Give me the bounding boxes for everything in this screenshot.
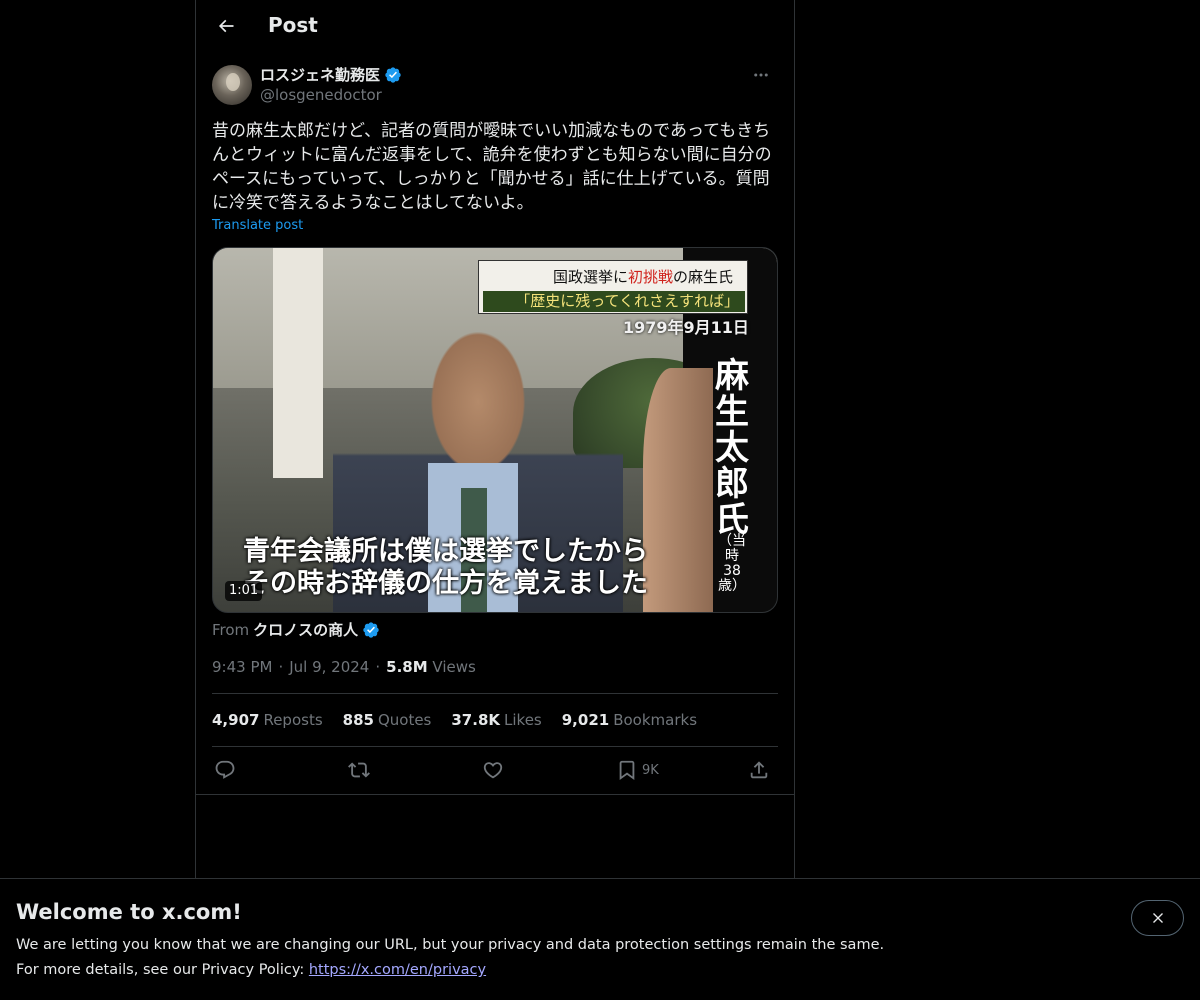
divider bbox=[196, 794, 794, 795]
back-button[interactable] bbox=[208, 8, 244, 44]
close-icon bbox=[1152, 913, 1163, 923]
verified-badge-icon[interactable] bbox=[384, 66, 402, 84]
post-stats: 4,907 Reposts 885 Quotes 37.8K Likes 9,021 B… bbox=[212, 711, 697, 729]
video-banner-sign bbox=[273, 248, 323, 478]
video-source: From クロノスの商人 bbox=[212, 619, 380, 640]
video-player[interactable]: 国政選挙に初挑戦の麻生氏 「歴史に残ってくれさえすれば」 1979年9月11日 … bbox=[212, 247, 778, 613]
heart-icon bbox=[483, 762, 503, 779]
post-views: 5.8M Views bbox=[386, 658, 476, 676]
video-caption-box: 国政選挙に初挑戦の麻生氏 「歴史に残ってくれさえすれば」 bbox=[478, 260, 748, 314]
page-title: Post bbox=[268, 13, 318, 37]
url-change-banner: Welcome to x.com! We are letting you kno… bbox=[0, 878, 1200, 1000]
post-actions: 9K bbox=[212, 756, 778, 784]
divider bbox=[212, 693, 778, 694]
avatar[interactable] bbox=[212, 65, 252, 105]
share-button[interactable] bbox=[748, 756, 770, 784]
video-caption-age: （当時38歳） bbox=[718, 533, 746, 594]
privacy-policy-link[interactable]: https://x.com/en/privacy bbox=[309, 962, 486, 978]
video-duration-badge: 1:01 bbox=[225, 581, 263, 601]
meta-separator: · bbox=[278, 658, 284, 676]
bookmark-count: 9K bbox=[642, 762, 659, 778]
reply-button[interactable] bbox=[214, 756, 236, 784]
translate-post-link[interactable]: Translate post bbox=[212, 218, 303, 233]
more-options-button[interactable] bbox=[744, 64, 778, 86]
banner-title: Welcome to x.com! bbox=[16, 900, 242, 924]
author-name-row: ロスジェネ勤務医 bbox=[260, 64, 402, 85]
likes-stat[interactable]: 37.8K Likes bbox=[451, 711, 541, 729]
post-author: ロスジェネ勤務医 @losgenedoctor bbox=[212, 64, 778, 106]
video-subtitle-line2: その時お辞儀の仕方を覚えました bbox=[243, 568, 648, 599]
close-banner-button[interactable] bbox=[1131, 900, 1184, 936]
main-column: Post ロスジェネ勤務医 @losgenedoctor 昔の麻生太郎だけど、記… bbox=[195, 0, 795, 1000]
banner-policy-text: For more details, see our Privacy Policy… bbox=[16, 962, 487, 978]
divider bbox=[212, 746, 778, 747]
more-dots-icon bbox=[754, 73, 768, 77]
video-subtitle: 青年会議所は僕は選挙でしたから その時お辞儀の仕方を覚えました bbox=[243, 536, 683, 600]
page-header: Post bbox=[196, 0, 794, 54]
post-meta: 9:43 PM · Jul 9, 2024 · 5.8M Views bbox=[212, 658, 476, 676]
quotes-stat[interactable]: 885 Quotes bbox=[343, 711, 432, 729]
reposts-stat[interactable]: 4,907 Reposts bbox=[212, 711, 323, 729]
author-handle[interactable]: @losgenedoctor bbox=[260, 86, 382, 104]
like-button[interactable] bbox=[482, 756, 504, 784]
share-icon bbox=[750, 761, 768, 779]
arrow-left-icon bbox=[218, 19, 234, 33]
source-account-name[interactable]: クロノスの商人 bbox=[253, 619, 358, 640]
video-subtitle-line1: 青年会議所は僕は選挙でしたから bbox=[243, 536, 648, 567]
bookmark-icon bbox=[619, 760, 635, 781]
post-text: 昔の麻生太郎だけど、記者の質問が曖昧でいい加減なものであってもきちんとウィットに… bbox=[212, 121, 772, 213]
post-time[interactable]: 9:43 PM bbox=[212, 658, 272, 676]
banner-message: We are letting you know that we are chan… bbox=[16, 937, 885, 953]
meta-separator: · bbox=[375, 658, 381, 676]
bookmarks-stat[interactable]: 9,021 Bookmarks bbox=[562, 711, 697, 729]
repost-icon bbox=[348, 762, 370, 778]
reply-icon bbox=[215, 760, 235, 779]
bookmark-button[interactable]: 9K bbox=[616, 756, 659, 784]
video-caption-headline: 国政選挙に初挑戦の麻生氏 bbox=[553, 268, 734, 286]
repost-button[interactable] bbox=[348, 756, 370, 784]
verified-badge-icon bbox=[363, 621, 379, 638]
video-caption-name: 麻生太郎氏 bbox=[715, 356, 749, 540]
video-caption-quote: 「歴史に残ってくれさえすれば」 bbox=[483, 291, 745, 312]
post-date[interactable]: Jul 9, 2024 bbox=[289, 658, 369, 676]
from-label: From bbox=[212, 620, 250, 639]
video-caption-date: 1979年9月11日 bbox=[623, 318, 749, 337]
author-display-name[interactable]: ロスジェネ勤務医 bbox=[260, 64, 380, 85]
